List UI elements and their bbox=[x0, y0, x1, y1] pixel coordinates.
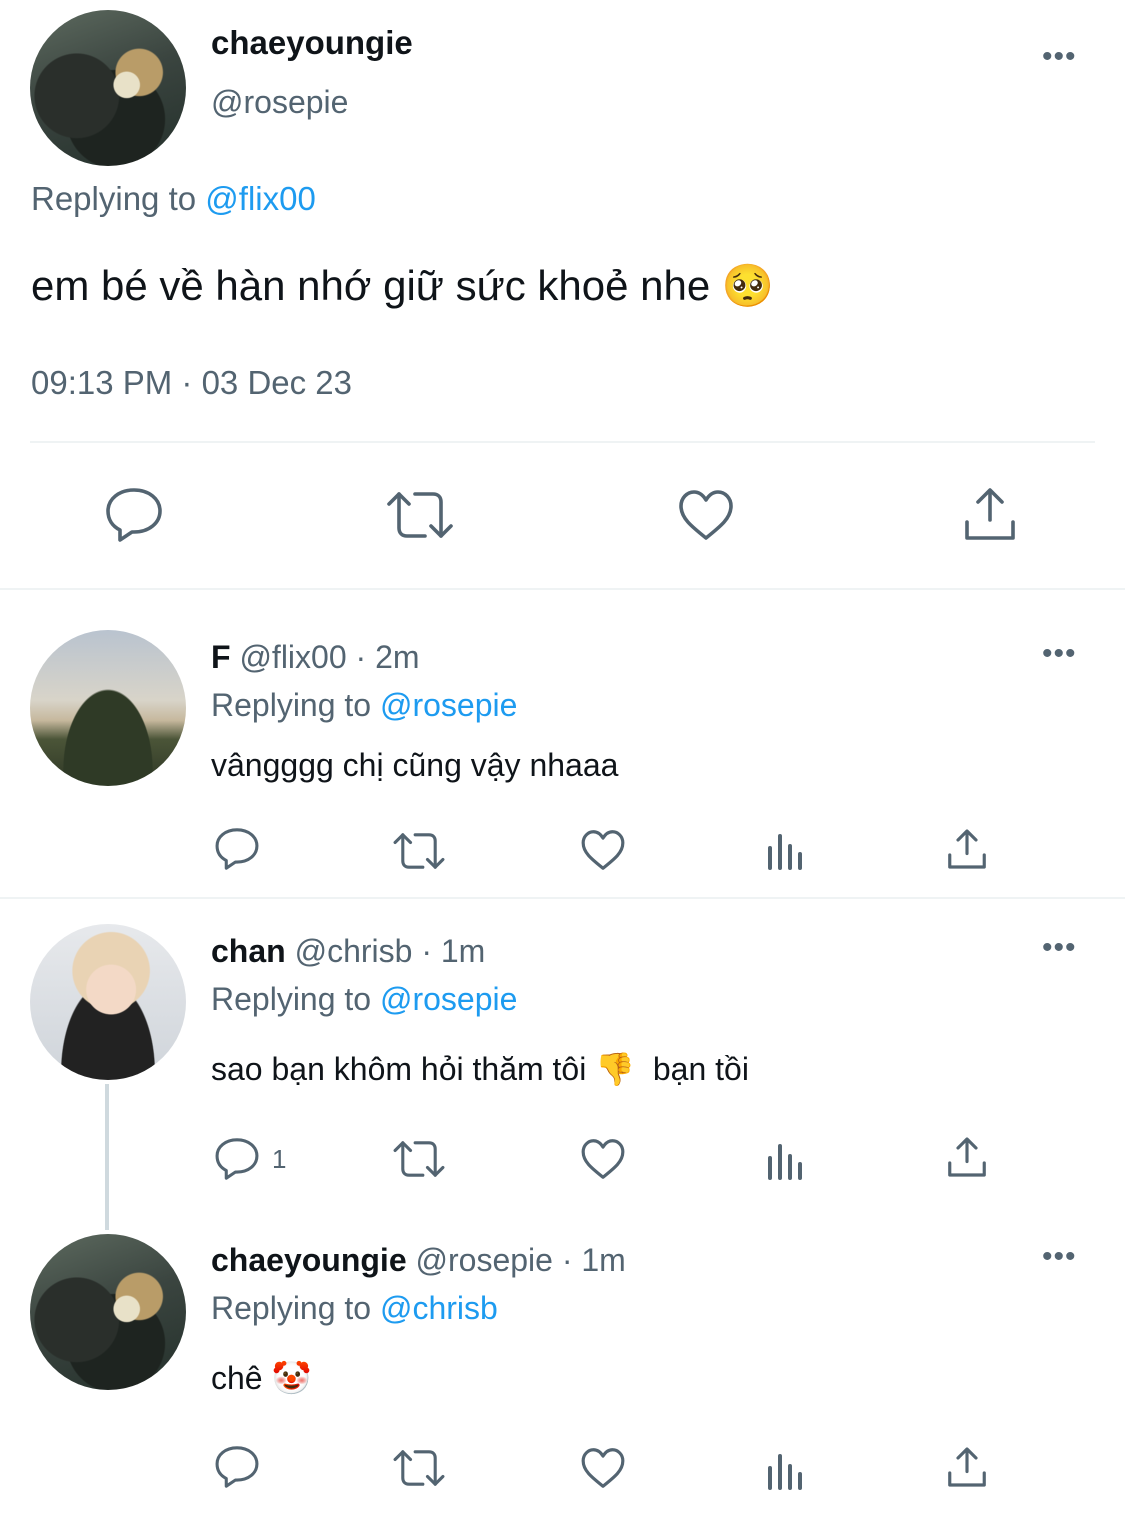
replying-to-link[interactable]: @flix00 bbox=[205, 180, 316, 217]
tweet-header: F @flix00 · 2m bbox=[211, 639, 420, 676]
like-icon[interactable] bbox=[580, 1137, 626, 1181]
reply-icon[interactable] bbox=[214, 1136, 260, 1182]
handle[interactable]: @flix00 bbox=[239, 639, 346, 675]
retweet-icon[interactable] bbox=[392, 1138, 446, 1180]
like-icon[interactable] bbox=[677, 488, 735, 542]
tweet-time: · 2m bbox=[355, 639, 420, 675]
replying-to-link[interactable]: @rosepie bbox=[380, 981, 517, 1017]
avatar[interactable] bbox=[30, 10, 186, 166]
like-icon[interactable] bbox=[580, 1446, 626, 1490]
tweet-text: em bé về hàn nhớ giữ sức khoẻ nhe 🥺 bbox=[31, 262, 775, 309]
handle[interactable]: @chrisb bbox=[295, 933, 413, 969]
thread-line bbox=[105, 1084, 109, 1230]
handle[interactable]: @rosepie bbox=[211, 84, 348, 121]
analytics-icon[interactable] bbox=[766, 830, 806, 870]
tweet-time: · 1m bbox=[421, 933, 486, 969]
replying-to: Replying to @chrisb bbox=[211, 1290, 498, 1327]
replying-prefix: Replying to bbox=[211, 981, 372, 1017]
replying-to: Replying to @rosepie bbox=[211, 687, 517, 724]
more-icon[interactable]: ••• bbox=[1042, 42, 1077, 72]
divider bbox=[30, 441, 1095, 443]
share-icon[interactable] bbox=[962, 486, 1018, 542]
display-name[interactable]: chaeyoungie bbox=[211, 24, 413, 62]
replying-prefix: Replying to bbox=[211, 687, 372, 723]
reply-icon[interactable] bbox=[214, 826, 260, 872]
retweet-icon[interactable] bbox=[392, 830, 446, 872]
replying-to: Replying to @flix00 bbox=[31, 180, 316, 218]
divider bbox=[0, 897, 1125, 899]
tweet-header: chaeyoungie @rosepie · 1m bbox=[211, 1242, 626, 1279]
tweet-text: chê 🤡 bbox=[211, 1360, 312, 1396]
tweet-header: chan @chrisb · 1m bbox=[211, 933, 485, 970]
analytics-icon[interactable] bbox=[766, 1140, 806, 1180]
reply-count: 1 bbox=[272, 1144, 287, 1174]
handle[interactable]: @rosepie bbox=[416, 1242, 553, 1278]
display-name[interactable]: chan bbox=[211, 933, 286, 969]
avatar[interactable] bbox=[30, 630, 186, 786]
display-name[interactable]: F bbox=[211, 639, 231, 675]
replying-to-link[interactable]: @rosepie bbox=[380, 687, 517, 723]
display-name[interactable]: chaeyoungie bbox=[211, 1242, 407, 1278]
tweet-timestamp: 09:13 PM · 03 Dec 23 bbox=[31, 364, 353, 401]
share-icon[interactable] bbox=[946, 1446, 988, 1488]
avatar[interactable] bbox=[30, 1234, 186, 1390]
share-icon[interactable] bbox=[946, 828, 988, 870]
reply-icon[interactable] bbox=[104, 486, 164, 544]
analytics-icon[interactable] bbox=[766, 1450, 806, 1490]
replying-to-link[interactable]: @chrisb bbox=[380, 1290, 498, 1326]
replying-to: Replying to @rosepie bbox=[211, 981, 517, 1018]
tweet-text: vângggg chị cũng vậy nhaaa bbox=[211, 747, 619, 783]
more-icon[interactable]: ••• bbox=[1042, 933, 1077, 963]
avatar[interactable] bbox=[30, 924, 186, 1080]
retweet-icon[interactable] bbox=[392, 1447, 446, 1489]
more-icon[interactable]: ••• bbox=[1042, 639, 1077, 669]
replying-prefix: Replying to bbox=[211, 1290, 372, 1326]
reply-icon[interactable] bbox=[214, 1444, 260, 1490]
replying-prefix: Replying to bbox=[31, 180, 197, 217]
tweet-text: sao bạn khôm hỏi thăm tôi 👎 bạn tồi bbox=[211, 1051, 749, 1087]
like-icon[interactable] bbox=[580, 828, 626, 872]
share-icon[interactable] bbox=[946, 1136, 988, 1178]
retweet-icon[interactable] bbox=[385, 488, 455, 542]
more-icon[interactable]: ••• bbox=[1042, 1242, 1077, 1272]
tweet-time: · 1m bbox=[561, 1242, 626, 1278]
divider bbox=[0, 588, 1125, 590]
